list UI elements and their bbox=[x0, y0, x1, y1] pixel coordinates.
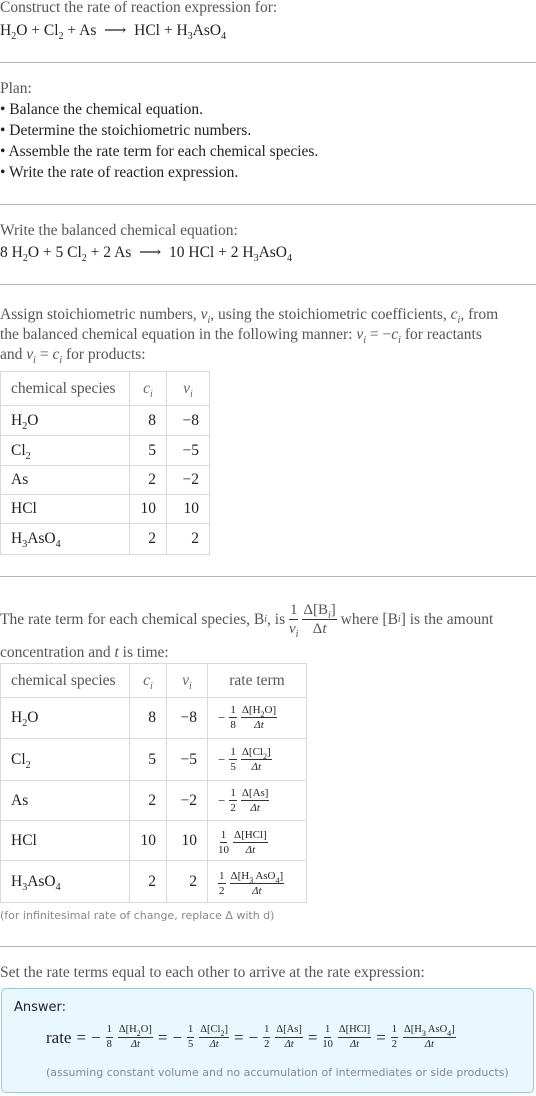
stoich-text: the balanced chemical equation in the fo… bbox=[0, 326, 482, 346]
species-cell: H3AsO4 bbox=[0, 523, 130, 555]
footnote: (for infinitesimal rate of change, repla… bbox=[0, 909, 275, 922]
plan-step: • Determine the stoichiometric numbers. bbox=[0, 122, 252, 139]
plan-label: Plan: bbox=[0, 80, 32, 97]
v-cell: 2 bbox=[166, 523, 210, 555]
species-cell: Cl2 bbox=[0, 738, 130, 781]
species-cell: HCl bbox=[0, 494, 130, 524]
divider bbox=[0, 946, 536, 947]
answer-label: Answer: bbox=[14, 1000, 67, 1015]
v-cell: 2 bbox=[166, 860, 208, 903]
c-cell: 2 bbox=[129, 465, 167, 495]
c-cell: 10 bbox=[129, 820, 167, 861]
table-header-row: chemical species ci νi rate term bbox=[0, 663, 307, 698]
table-row: As 2 −2 bbox=[0, 465, 210, 495]
balanced-equation: 8 H2O + 5 Cl2 + 2 As ⟶ 10 HCl + 2 H3AsO4 bbox=[0, 244, 292, 264]
v-cell: 10 bbox=[166, 820, 208, 861]
v-cell: −2 bbox=[166, 780, 208, 821]
c-cell: 5 bbox=[129, 435, 167, 466]
table-row: H2O 8 −8 bbox=[0, 405, 210, 436]
divider bbox=[0, 204, 536, 205]
v-cell: −8 bbox=[166, 405, 210, 436]
table-row: H3AsO4 2 2 1 2 Δ[H3 AsO4] Δt bbox=[0, 860, 307, 903]
col-header-species: chemical species bbox=[0, 371, 130, 406]
table-row: As 2 −2 −1 2 Δ[As] Δt bbox=[0, 780, 307, 821]
v-cell: −2 bbox=[166, 465, 210, 495]
c-cell: 8 bbox=[129, 697, 167, 739]
answer-note: (assuming constant volume and no accumul… bbox=[46, 1066, 509, 1079]
plan-step: • Balance the chemical equation. bbox=[0, 101, 203, 118]
divider bbox=[0, 576, 536, 577]
divider bbox=[0, 284, 536, 285]
stoich-text: and νi = ci for products: bbox=[0, 346, 146, 366]
table-row: H2O 8 −8 −1 8 Δ[H2O] Δt bbox=[0, 697, 307, 739]
c-cell: 5 bbox=[129, 738, 167, 781]
species-cell: Cl2 bbox=[0, 435, 130, 466]
c-cell: 2 bbox=[129, 523, 167, 555]
answer-box: Answer: rate = − 18 Δ[H2O] Δt = − 15 Δ[Cl2]… bbox=[1, 988, 534, 1093]
rate-term-cell: −1 5 Δ[Cl2] Δt bbox=[207, 738, 307, 781]
v-cell: −8 bbox=[166, 697, 208, 739]
species-cell: As bbox=[0, 465, 130, 495]
col-header-rate-term: rate term bbox=[207, 663, 307, 698]
plan-step: • Write the rate of reaction expression. bbox=[0, 164, 239, 181]
table-row: HCl 10 10 bbox=[0, 494, 210, 524]
v-cell: −5 bbox=[166, 435, 210, 466]
col-header-c: ci bbox=[129, 663, 167, 698]
c-cell: 2 bbox=[129, 780, 167, 821]
rate-expression: rate = − 18 Δ[H2O] Δt = − 15 Δ[Cl2] Δt = − 12… bbox=[46, 1024, 456, 1050]
table-row: HCl 10 10 1 10 Δ[HCl] Δt bbox=[0, 820, 307, 861]
v-cell: 10 bbox=[166, 494, 210, 524]
rate-term-cell: −1 2 Δ[As] Δt bbox=[207, 780, 307, 821]
col-header-c: ci bbox=[129, 371, 167, 406]
c-cell: 2 bbox=[129, 860, 167, 903]
c-cell: 10 bbox=[129, 494, 167, 524]
species-cell: HCl bbox=[0, 820, 130, 861]
table-row: Cl2 5 −5 bbox=[0, 435, 210, 466]
stoich-table: chemical species ci νi H2O 8 −8 Cl2 5 −5… bbox=[0, 371, 210, 555]
col-header-v: νi bbox=[166, 371, 210, 406]
rate-term-cell: 1 2 Δ[H3 AsO4] Δt bbox=[207, 860, 307, 903]
balanced-label: Write the balanced chemical equation: bbox=[0, 222, 238, 239]
rate-term-cell: 1 10 Δ[HCl] Δt bbox=[207, 820, 307, 861]
col-header-species: chemical species bbox=[0, 663, 130, 698]
species-cell: As bbox=[0, 780, 130, 821]
rateterm-text: The rate term for each chemical species,… bbox=[0, 602, 494, 640]
plan-step: • Assemble the rate term for each chemic… bbox=[0, 143, 319, 160]
intro-heading: Construct the rate of reaction expressio… bbox=[0, 0, 278, 16]
rate-fraction: 1 νi bbox=[289, 602, 299, 640]
divider bbox=[0, 62, 536, 63]
v-cell: −5 bbox=[166, 738, 208, 781]
col-header-v: νi bbox=[166, 663, 208, 698]
c-cell: 8 bbox=[129, 405, 167, 436]
table-row: H3AsO4 2 2 bbox=[0, 523, 210, 555]
table-header-row: chemical species ci νi bbox=[0, 371, 210, 406]
delta-fraction: Δ[Bi] Δt bbox=[302, 602, 337, 637]
rateterm-text: concentration and t is time: bbox=[0, 644, 169, 661]
table-row: Cl2 5 −5 −1 5 Δ[Cl2] Δt bbox=[0, 738, 307, 781]
rate-word: rate bbox=[46, 1027, 72, 1047]
rateterm-table: chemical species ci νi rate term H2O 8 −… bbox=[0, 663, 307, 903]
species-cell: H3AsO4 bbox=[0, 860, 130, 903]
rate-term-cell: −1 8 Δ[H2O] Δt bbox=[207, 697, 307, 739]
final-label: Set the rate terms equal to each other t… bbox=[0, 964, 425, 981]
unbalanced-equation: H2O + Cl2 + As ⟶ HCl + H3AsO4 bbox=[0, 22, 227, 42]
species-cell: H2O bbox=[0, 697, 130, 739]
stoich-text: Assign stoichiometric numbers, νi, using… bbox=[0, 306, 499, 326]
species-cell: H2O bbox=[0, 405, 130, 436]
